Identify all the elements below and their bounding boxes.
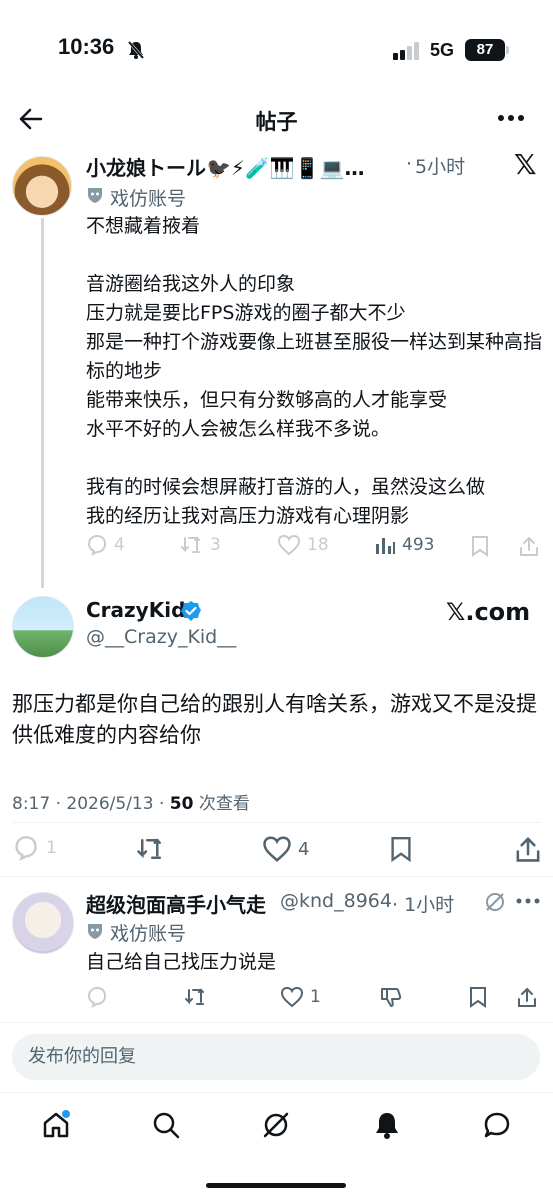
x-logo-icon[interactable]: 𝕏 <box>514 148 537 181</box>
main-display-name[interactable]: CrazyKid <box>86 598 185 622</box>
repost-button[interactable]: 3 <box>180 534 221 556</box>
main-post-meta: 8:17 · 2026/5/13 · 50 次查看 <box>12 789 250 814</box>
main-handle[interactable]: @__Crazy_Kid__ <box>86 626 236 648</box>
main-views-label: 次查看 <box>193 794 250 814</box>
heart-icon <box>280 986 304 1008</box>
parody-mask-icon <box>88 188 102 203</box>
main-like-count: 4 <box>298 838 310 860</box>
page-title: 帖子 <box>255 110 298 134</box>
reply-like-button[interactable]: 1 <box>280 986 321 1008</box>
battery-icon: 87 <box>465 39 505 61</box>
main-bookmark-icon[interactable] <box>389 835 413 863</box>
reply-share-icon[interactable] <box>516 986 538 1008</box>
reply-like-count: 1 <box>310 987 321 1007</box>
views-button[interactable]: 493 <box>374 534 434 556</box>
home-icon[interactable] <box>41 1110 71 1140</box>
meta-divider <box>12 822 541 823</box>
reply-reply-icon[interactable] <box>86 986 108 1008</box>
like-count: 18 <box>307 535 329 555</box>
reply-parody-label: 戏仿账号 <box>110 923 187 945</box>
repost-count: 3 <box>210 535 221 555</box>
verified-badge-icon <box>181 601 201 621</box>
network-label: 5G <box>430 40 455 60</box>
reply-button[interactable]: 4 <box>86 534 125 556</box>
main-post-text: 那压力都是你自己给的跟别人有啥关系，游戏又不是没提供低难度的内容给你 <box>12 692 537 747</box>
main-like-button[interactable]: 4 <box>262 835 309 863</box>
grok-nav-icon[interactable] <box>261 1110 291 1140</box>
main-repost-icon[interactable] <box>136 835 166 863</box>
reply-bookmark-icon[interactable] <box>468 986 488 1008</box>
composer-divider <box>0 1022 553 1023</box>
reply-composer[interactable]: 发布你的回复 <box>12 1034 540 1080</box>
repost-icon <box>181 536 200 553</box>
search-icon[interactable] <box>151 1110 181 1140</box>
reply-display-name[interactable]: 超级泡面高手小气走 <box>86 889 266 918</box>
like-button[interactable]: 18 <box>277 534 329 556</box>
reply-post-text: 自己给自己找压力说是 <box>86 951 277 973</box>
reply-count: 4 <box>114 535 125 555</box>
parent-display-name[interactable]: 小龙娘トール🐦‍⬛⚡🧪🎹📱💻… <box>86 152 406 181</box>
reply-parody-mask-icon <box>88 924 102 939</box>
thread-line <box>41 218 44 588</box>
analytics-icon <box>376 538 395 554</box>
home-indicator <box>206 1183 346 1188</box>
reply-time: · 1小时 <box>392 894 455 916</box>
reply-icon <box>87 534 107 556</box>
bottom-nav <box>0 1092 553 1200</box>
parent-post-text: 不想藏着掖着 音游圈给我这外人的印象 压力就是要比FPS游戏的圈子都大不少 那是… <box>86 215 543 527</box>
parent-separator: · <box>406 153 413 175</box>
reply-placeholder: 发布你的回复 <box>28 1046 136 1067</box>
signal-icon <box>393 42 419 60</box>
reply-more-icon[interactable] <box>516 898 540 904</box>
messages-icon[interactable] <box>482 1110 512 1140</box>
main-post-time: 8:17 · 2026/5/13 · <box>12 794 170 814</box>
main-view-count: 50 <box>169 794 194 814</box>
parent-parody-label: 戏仿账号 <box>110 188 187 210</box>
section-divider <box>0 876 553 877</box>
reply-repost-icon[interactable] <box>184 986 208 1008</box>
main-reply-button[interactable]: 1 <box>12 835 57 861</box>
parent-post-time: 5小时 <box>415 156 466 178</box>
heart-icon <box>277 534 301 556</box>
notifications-bell-icon[interactable] <box>372 1110 402 1140</box>
silent-bell-icon <box>127 41 145 59</box>
heart-icon <box>263 836 291 862</box>
dislike-icon[interactable] <box>379 986 403 1008</box>
grok-icon[interactable] <box>484 891 506 913</box>
avatar[interactable] <box>12 156 72 216</box>
bookmark-icon[interactable] <box>470 535 490 557</box>
share-icon[interactable] <box>518 535 540 557</box>
status-time: 10:36 <box>58 34 115 59</box>
reply-avatar[interactable] <box>12 892 74 954</box>
main-share-icon[interactable] <box>514 835 542 863</box>
main-reply-count: 1 <box>46 838 57 858</box>
view-count: 493 <box>402 535 435 555</box>
reply-handle[interactable]: @knd_8964 <box>280 890 392 912</box>
battery-cap <box>506 46 509 54</box>
main-avatar[interactable] <box>12 596 74 658</box>
reply-icon <box>15 836 37 861</box>
more-icon[interactable] <box>497 114 525 122</box>
battery-level: 87 <box>476 41 494 58</box>
source-badge: 𝕏.com <box>446 598 531 626</box>
